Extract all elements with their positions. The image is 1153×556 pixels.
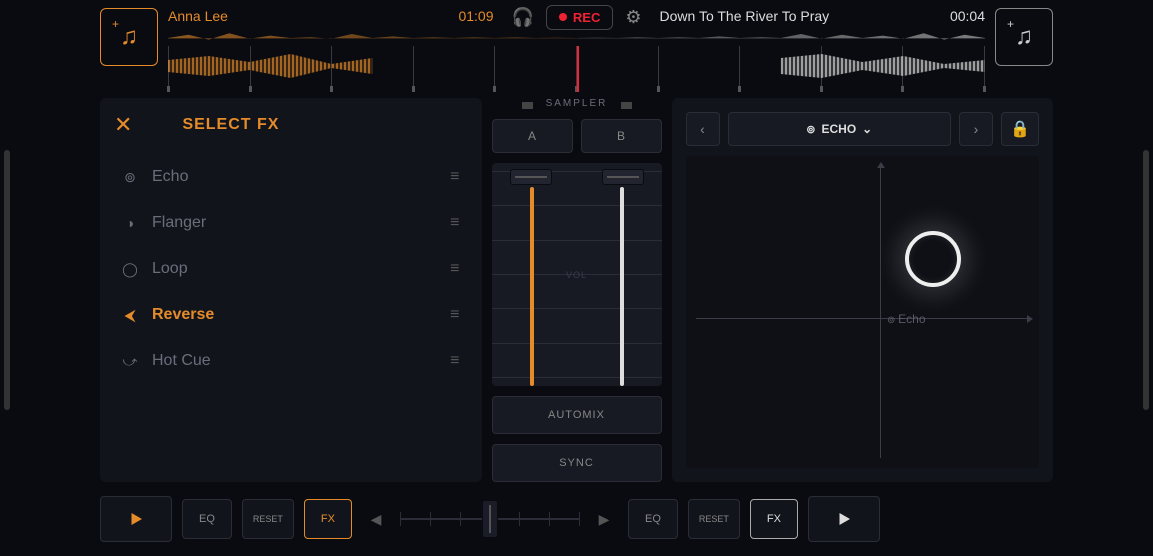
- deck-b-nudge-right[interactable]: ▶: [590, 511, 618, 528]
- record-button[interactable]: REC: [546, 5, 613, 30]
- xy-pad-origin-label: Echo: [887, 312, 926, 326]
- deck-b-fader-track: [620, 187, 624, 386]
- drag-handle-icon[interactable]: ≡: [450, 214, 459, 232]
- fx-item-label: Loop: [152, 260, 188, 278]
- fx-item-echo[interactable]: ⊚ Echo ≡: [114, 156, 468, 198]
- hotcue-fx-icon: ⤻: [122, 353, 138, 370]
- deck-b-track-name: Down To The River To Pray: [660, 8, 830, 26]
- sampler-a-button[interactable]: A: [492, 119, 573, 153]
- drag-handle-icon[interactable]: ≡: [450, 352, 459, 370]
- waveform-area[interactable]: [168, 30, 985, 88]
- deck-a-track-name: Anna Lee: [168, 8, 228, 26]
- crossfader-handle[interactable]: [482, 500, 498, 538]
- close-fx-panel-button[interactable]: ✕: [114, 112, 132, 138]
- next-fx-button[interactable]: ›: [959, 112, 993, 146]
- fx-xy-pad[interactable]: Echo: [686, 156, 1040, 468]
- deck-a-play-button[interactable]: [100, 496, 172, 542]
- flanger-fx-icon: ◑: [122, 215, 138, 231]
- deck-a-eq-button[interactable]: EQ: [182, 499, 232, 539]
- fx-item-label: Hot Cue: [152, 352, 211, 370]
- music-note-icon: ♫+: [1015, 23, 1033, 51]
- fx-item-loop[interactable]: ◯ Loop ≡: [114, 248, 468, 290]
- deck-a-reset-button[interactable]: RESET: [242, 499, 294, 539]
- prev-fx-button[interactable]: ‹: [686, 112, 720, 146]
- xy-y-axis: [880, 166, 881, 458]
- fx-item-hotcue[interactable]: ⤻ Hot Cue ≡: [114, 340, 468, 382]
- fx-panel-title: SELECT FX: [182, 116, 279, 134]
- loop-fx-icon: ◯: [122, 261, 138, 278]
- deck-b-fx-button[interactable]: FX: [750, 499, 798, 539]
- deck-b-play-button[interactable]: [808, 496, 880, 542]
- fx-xy-panel: ‹ ⊚ ECHO ⌄ › 🔒 Echo: [672, 98, 1054, 482]
- lock-icon: 🔒: [1010, 119, 1030, 139]
- fx-type-icon: ⊚: [806, 123, 815, 136]
- sampler-section-label: SAMPLER: [492, 98, 662, 109]
- fx-item-reverse[interactable]: ⮜ Reverse ≡: [114, 294, 468, 336]
- settings-gear-icon[interactable]: ⚙: [625, 7, 641, 28]
- drag-handle-icon[interactable]: ≡: [450, 168, 459, 186]
- chevron-down-icon: ⌄: [862, 122, 872, 136]
- drag-handle-icon[interactable]: ≡: [450, 260, 459, 278]
- reverse-fx-icon: ⮜: [122, 307, 138, 324]
- automix-button[interactable]: AUTOMIX: [492, 396, 662, 434]
- volume-faders: VOL: [492, 163, 662, 386]
- fx-select-panel: ✕ SELECT FX ⊚ Echo ≡ ◑ Flanger ≡ ◯ Loop ≡: [100, 98, 482, 482]
- current-fx-name: ECHO: [821, 122, 856, 136]
- fx-item-label: Echo: [152, 168, 188, 186]
- deck-a-volume-fader[interactable]: [510, 169, 552, 185]
- record-dot-icon: [559, 13, 567, 21]
- deck-b-reset-button[interactable]: RESET: [688, 499, 740, 539]
- deck-b-track-time: 00:04: [950, 8, 985, 26]
- fx-item-flanger[interactable]: ◑ Flanger ≡: [114, 202, 468, 244]
- play-icon: [835, 510, 853, 528]
- xy-x-axis: [696, 318, 1030, 319]
- deck-a-load-track-button[interactable]: ♫+: [100, 8, 158, 66]
- echo-fx-icon: ⊚: [122, 169, 138, 186]
- crossfader[interactable]: [400, 499, 580, 539]
- headphones-icon[interactable]: 🎧: [512, 7, 534, 28]
- sampler-b-button[interactable]: B: [581, 119, 662, 153]
- fx-item-label: Flanger: [152, 214, 206, 232]
- xy-pad-knob[interactable]: [905, 231, 961, 287]
- drag-handle-icon[interactable]: ≡: [450, 306, 459, 324]
- play-icon: [127, 510, 145, 528]
- music-note-icon: ♫+: [120, 23, 138, 51]
- deck-a-nudge-left[interactable]: ◀: [362, 511, 390, 528]
- sync-button[interactable]: SYNC: [492, 444, 662, 482]
- deck-b-volume-fader[interactable]: [602, 169, 644, 185]
- deck-b-load-track-button[interactable]: ♫+: [995, 8, 1053, 66]
- waveform-overview[interactable]: [168, 30, 985, 46]
- fx-lock-button[interactable]: 🔒: [1001, 112, 1039, 146]
- deck-b-eq-button[interactable]: EQ: [628, 499, 678, 539]
- deck-a-fx-button[interactable]: FX: [304, 499, 352, 539]
- waveform-main[interactable]: [168, 46, 985, 86]
- volume-label: VOL: [566, 270, 587, 280]
- deck-a-fader-track: [530, 187, 534, 386]
- playhead-marker: [577, 46, 579, 92]
- fx-selector-dropdown[interactable]: ⊚ ECHO ⌄: [728, 112, 952, 146]
- deck-a-track-time: 01:09: [458, 8, 493, 26]
- fx-item-label: Reverse: [152, 306, 214, 324]
- record-label: REC: [573, 10, 600, 25]
